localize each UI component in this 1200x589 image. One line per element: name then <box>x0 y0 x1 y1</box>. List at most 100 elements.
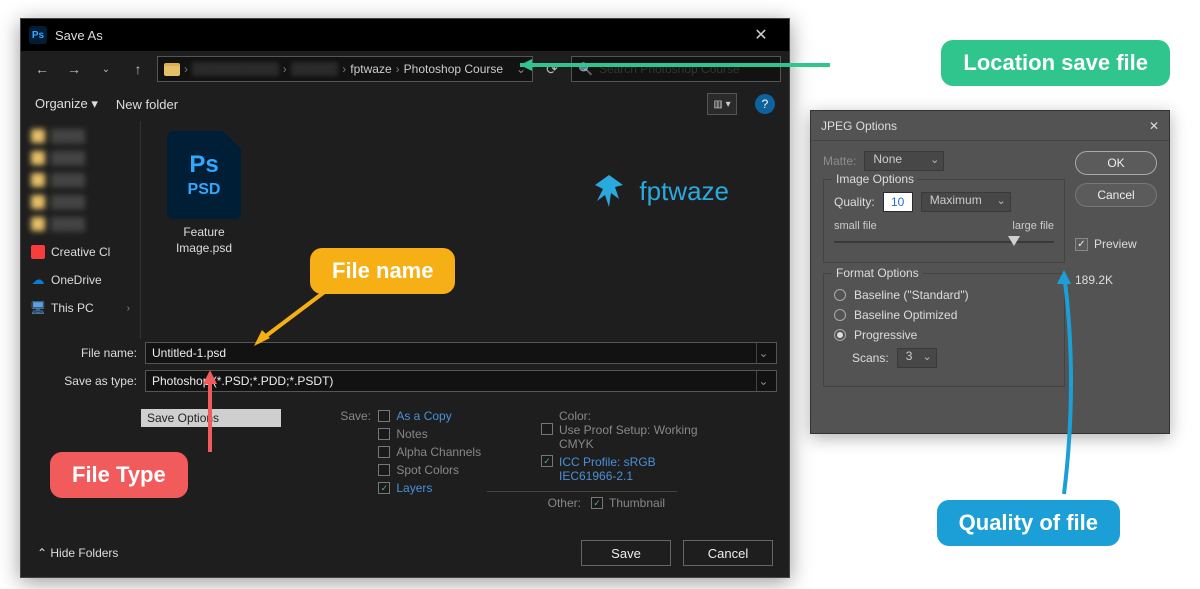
spot-checkbox[interactable] <box>378 464 390 476</box>
bird-icon <box>589 171 629 211</box>
matte-select[interactable]: None <box>864 151 944 171</box>
scans-value: 3 <box>906 349 913 363</box>
callout-location: Location save file <box>941 40 1170 86</box>
alpha-checkbox[interactable] <box>378 446 390 458</box>
recent-dropdown[interactable]: ⌄ <box>93 56 119 82</box>
this-pc-icon: 🖥 <box>31 301 45 315</box>
preview-checkbox[interactable] <box>1075 238 1088 251</box>
quality-slider[interactable] <box>834 232 1054 252</box>
window-title: Save As <box>55 28 103 43</box>
sidebar-item[interactable]: ████ <box>21 213 140 235</box>
organize-menu[interactable]: Organize ▾ <box>35 96 98 112</box>
refresh-button[interactable]: ⟳ <box>539 56 565 82</box>
format-options-legend: Format Options <box>832 266 923 280</box>
radio-label: Progressive <box>854 328 917 342</box>
back-button[interactable]: ← <box>29 56 55 82</box>
search-icon: 🔍 <box>578 62 593 76</box>
saveastype-value: Photoshop (*.PSD;*.PDD;*.PSDT) <box>152 374 756 388</box>
filetype-row: Save as type: Photoshop (*.PSD;*.PDD;*.P… <box>21 367 789 395</box>
breadcrumb-blurred-1: New Voxans (D) <box>192 62 279 76</box>
slider-min-label: small file <box>834 220 877 232</box>
sidebar-item-label: This PC <box>51 301 94 315</box>
forward-button[interactable]: → <box>61 56 87 82</box>
sidebar-item[interactable]: ████ <box>21 191 140 213</box>
icc-checkbox[interactable] <box>541 455 553 467</box>
quality-input[interactable]: 10 <box>883 192 913 212</box>
save-button[interactable]: Save <box>581 540 671 566</box>
scans-label: Scans: <box>852 351 889 365</box>
psd-icon-ps: Ps <box>189 151 218 179</box>
save-options-header: Save Options <box>141 409 281 427</box>
psd-icon-ext: PSD <box>188 181 221 199</box>
filesize-readout: 189.2K <box>1075 273 1157 287</box>
hide-folders-label: Hide Folders <box>50 546 118 560</box>
callout-filename: File name <box>310 248 455 294</box>
sidebar-item-label: Creative Cl <box>51 245 110 259</box>
ok-button[interactable]: OK <box>1075 151 1157 175</box>
dialog-footer: ⌃ Hide Folders Save Cancel <box>21 529 789 577</box>
sidebar-item[interactable]: ████ <box>21 169 140 191</box>
search-placeholder: Search Photoshop Course <box>599 62 740 76</box>
quality-preset-value: Maximum <box>930 193 982 207</box>
icc-label: ICC Profile: sRGB IEC61966-2.1 <box>559 455 709 483</box>
path-dropdown-icon[interactable]: ⌄ <box>516 62 526 76</box>
radio-label: Baseline Optimized <box>854 308 957 322</box>
filename-input[interactable]: Untitled-1.psd ⌄ <box>145 342 777 364</box>
sidebar-item-onedrive[interactable]: ☁OneDrive <box>21 269 140 291</box>
notes-checkbox[interactable] <box>378 428 390 440</box>
up-button[interactable]: ↑ <box>125 56 151 82</box>
save-column-label: Save: <box>321 409 371 423</box>
filename-label: File name: <box>33 346 137 360</box>
close-button[interactable]: ✕ <box>1149 119 1159 133</box>
breadcrumb-path[interactable]: › New Voxans (D) › Trang de › fptwaze › … <box>157 56 533 82</box>
use-proof-label: Use Proof Setup: Working CMYK <box>559 423 709 451</box>
sidebar: ████ ████ ████ ████ ████ Creative Cl ☁On… <box>21 121 141 339</box>
explorer-toolbar: Organize ▾ New folder ▥ ▾ ? <box>21 87 789 121</box>
file-pane[interactable]: Ps PSD Feature Image.psd fptwaze <box>141 121 789 339</box>
search-input[interactable]: 🔍 Search Photoshop Course <box>571 56 781 82</box>
chevron-down-icon[interactable]: ⌄ <box>756 371 770 391</box>
creative-cloud-icon <box>31 245 45 259</box>
psd-file-icon: Ps PSD <box>167 131 241 219</box>
sidebar-item-creative-cloud[interactable]: Creative Cl <box>21 241 140 263</box>
layers-label: Layers <box>396 481 432 495</box>
breadcrumb-course[interactable]: Photoshop Course <box>404 62 503 76</box>
hide-folders-toggle[interactable]: ⌃ Hide Folders <box>37 546 118 560</box>
sidebar-item-this-pc[interactable]: 🖥This PC› <box>21 297 140 319</box>
saveastype-select[interactable]: Photoshop (*.PSD;*.PDD;*.PSDT) ⌄ <box>145 370 777 392</box>
sidebar-item[interactable]: ████ <box>21 147 140 169</box>
spot-label: Spot Colors <box>396 463 459 477</box>
baseline-optimized-radio[interactable]: Baseline Optimized <box>834 308 1054 322</box>
use-proof-checkbox[interactable] <box>541 423 553 435</box>
file-thumbnail[interactable]: Ps PSD Feature Image.psd <box>159 131 249 329</box>
onedrive-icon: ☁ <box>31 273 45 287</box>
thumbnail-label: Thumbnail <box>609 496 665 510</box>
layers-checkbox[interactable] <box>378 482 390 494</box>
jpeg-options-dialog: JPEG Options ✕ Matte: None Image Options… <box>810 110 1170 434</box>
matte-label: Matte: <box>823 154 856 168</box>
notes-label: Notes <box>396 427 427 441</box>
thumbnail-checkbox[interactable] <box>591 497 603 509</box>
new-folder-button[interactable]: New folder <box>116 97 178 112</box>
file-thumbnail-label: Feature Image.psd <box>159 225 249 256</box>
as-copy-checkbox[interactable] <box>378 410 390 422</box>
image-options-group: Image Options Quality: 10 Maximum small … <box>823 179 1065 263</box>
view-mode-button[interactable]: ▥ ▾ <box>707 93 737 115</box>
cancel-button[interactable]: Cancel <box>1075 183 1157 207</box>
brand-watermark: fptwaze <box>589 171 729 211</box>
close-button[interactable]: ✕ <box>741 25 781 45</box>
cancel-button[interactable]: Cancel <box>683 540 773 566</box>
baseline-standard-radio[interactable]: Baseline ("Standard") <box>834 288 1054 302</box>
help-button[interactable]: ? <box>755 94 775 114</box>
scans-select[interactable]: 3 <box>897 348 937 368</box>
sidebar-item[interactable]: ████ <box>21 125 140 147</box>
callout-quality: Quality of file <box>937 500 1120 546</box>
filename-value: Untitled-1.psd <box>152 346 756 360</box>
progressive-radio[interactable]: Progressive <box>834 328 1054 342</box>
callout-filetype: File Type <box>50 452 188 498</box>
jpeg-titlebar: JPEG Options ✕ <box>811 111 1169 141</box>
breadcrumb-fptwaze[interactable]: fptwaze <box>350 62 391 76</box>
chevron-down-icon[interactable]: ⌄ <box>756 343 770 363</box>
quality-preset-select[interactable]: Maximum <box>921 192 1011 212</box>
folder-icon <box>164 63 180 76</box>
